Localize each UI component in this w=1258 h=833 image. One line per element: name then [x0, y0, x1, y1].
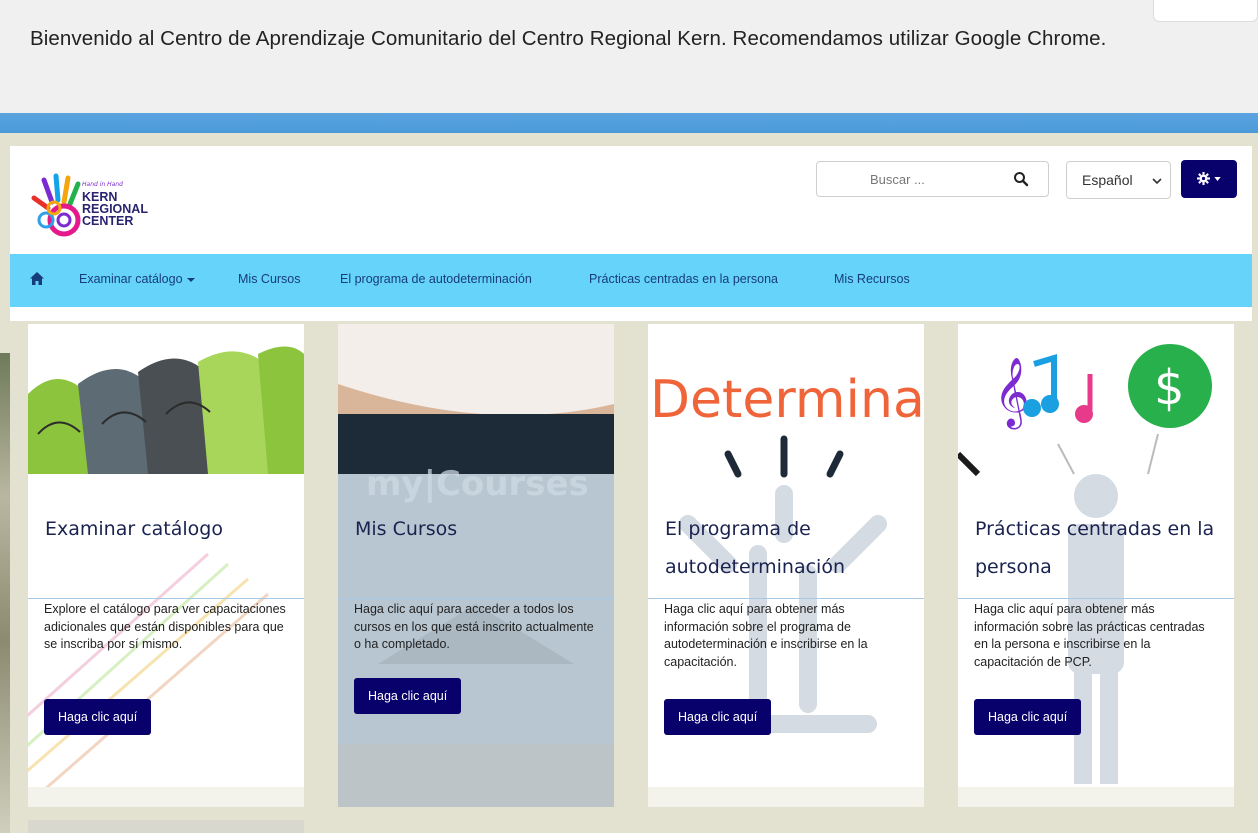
card-footer	[28, 787, 304, 807]
card-examinar-catalogo[interactable]: Examinar catálogo Explore el catálogo pa…	[28, 324, 304, 807]
caret-down-icon	[186, 277, 195, 282]
card-autodeterminacion[interactable]: Determina El programa de autodeterminaci…	[648, 324, 924, 807]
welcome-message: Bienvenido al Centro de Aprendizaje Comu…	[30, 27, 1107, 50]
nav-divider	[10, 307, 1252, 321]
card-title[interactable]: Prácticas centradas en la persona	[975, 510, 1225, 586]
card-title[interactable]: Examinar catálogo	[45, 510, 295, 548]
card-description: Haga clic aquí para acceder a todos los …	[354, 602, 594, 651]
next-card-peek	[28, 820, 304, 833]
gear-icon	[1197, 172, 1210, 185]
logo-wordmark: KERN REGIONAL CENTER	[82, 190, 148, 228]
nav-item-mis-recursos[interactable]: Mis Recursos	[834, 272, 910, 286]
search-box[interactable]	[816, 161, 1049, 197]
card-title[interactable]: Mis Cursos	[355, 510, 605, 548]
card-description: Haga clic aquí para obtener más informac…	[974, 602, 1205, 669]
nav-item-autodeterminacion[interactable]: El programa de autodeterminación	[340, 272, 532, 286]
determina-image-text: Determina	[650, 370, 924, 430]
nav-item-examinar-catalogo[interactable]: Examinar catálogo	[79, 272, 195, 286]
caret-down-icon	[1214, 177, 1221, 181]
card-action-button[interactable]: Haga clic aquí	[974, 699, 1082, 735]
svg-text:$: $	[1154, 360, 1185, 416]
card-footer	[958, 787, 1234, 807]
chevron-down-icon	[1152, 178, 1162, 185]
card-description: Haga clic aquí para obtener más informac…	[664, 602, 868, 669]
card-divider	[28, 598, 304, 599]
corner-tab[interactable]	[1153, 0, 1258, 22]
card-action-button[interactable]: Haga clic aquí	[664, 699, 772, 735]
card-action-button[interactable]: Haga clic aquí	[354, 678, 462, 714]
card-footer	[648, 787, 924, 807]
background-strip	[0, 353, 10, 833]
card-action-button[interactable]: Haga clic aquí	[44, 699, 152, 735]
card-title[interactable]: El programa de autodeterminación	[665, 510, 915, 586]
language-value: Español	[1082, 172, 1133, 188]
svg-text:Hand in Hand: Hand in Hand	[82, 181, 123, 188]
settings-menu-button[interactable]	[1181, 160, 1237, 198]
svg-text:𝄞: 𝄞	[994, 357, 1029, 429]
home-icon[interactable]	[30, 272, 44, 285]
nav-item-mis-cursos[interactable]: Mis Cursos	[238, 272, 301, 286]
nav-item-practicas-centradas[interactable]: Prácticas centradas en la persona	[589, 272, 778, 286]
search-input[interactable]	[817, 162, 1007, 196]
card-description: Explore el catálogo para ver capacitacio…	[44, 602, 286, 651]
search-icon[interactable]	[1013, 171, 1029, 187]
card-mis-cursos[interactable]: my|Courses Mis Cursos Haga clic aquí par…	[338, 324, 614, 807]
card-divider	[338, 598, 614, 599]
welcome-banner: Bienvenido al Centro de Aprendizaje Comu…	[0, 0, 1258, 113]
card-divider	[958, 598, 1234, 599]
card-practicas-centradas[interactable]: 𝄞 $ Prácticas centradas en la persona Ha…	[958, 324, 1234, 807]
card-divider	[648, 598, 924, 599]
